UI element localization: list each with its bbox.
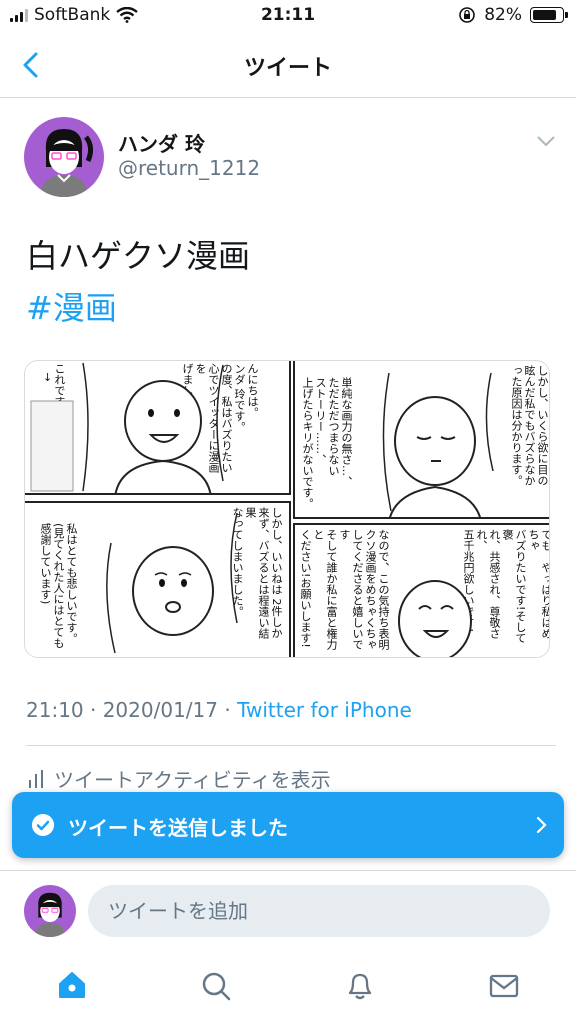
tweet-date: 21:10 · 2020/01/17 · xyxy=(26,698,238,722)
divider xyxy=(26,745,556,746)
toast-message: ツイートを送信しました xyxy=(68,816,288,840)
messages-icon xyxy=(489,974,519,998)
tab-bar xyxy=(0,952,576,1024)
my-avatar[interactable] xyxy=(24,885,76,937)
manga-panel-1: んにちは。ンダ 玲です。の度、私はバズりたい心でツイッターに漫画をげました。 こ… xyxy=(25,361,291,495)
avatar-illustration xyxy=(40,129,94,197)
user-handle[interactable]: @return_1212 xyxy=(118,156,260,180)
tab-notifications[interactable] xyxy=(340,970,380,1010)
bar-chart-icon xyxy=(29,769,43,788)
tab-messages[interactable] xyxy=(484,970,524,1010)
sent-toast[interactable]: ツイートを送信しました xyxy=(12,792,564,858)
hashtag-link[interactable]: #漫画 xyxy=(26,282,250,334)
manga-panel-3: しかし、いいねは 2件しか 来ず、バズるとは程遠い結果 なってしまいました。 私はと… xyxy=(25,501,291,657)
notifications-icon xyxy=(348,973,372,1000)
chevron-down-icon[interactable] xyxy=(536,134,556,148)
tweet-activity-label: ツイートアクティビティを表示 xyxy=(54,768,331,792)
battery-percent: 82% xyxy=(484,5,522,25)
nav-bar: ツイート xyxy=(0,32,576,98)
home-icon xyxy=(59,972,85,998)
tweet-source-link[interactable]: Twitter for iPhone xyxy=(237,698,412,722)
manga-panel-4: でも、やっぱり私はめちゃ バズりたいです!そして褒 れ、共感され、尊敬され、 五千兆円… xyxy=(293,523,549,657)
reply-input[interactable] xyxy=(88,885,550,937)
tab-search[interactable] xyxy=(196,970,236,1010)
tweet-timestamp: 21:10 · 2020/01/17 · Twitter for iPhone xyxy=(26,698,412,722)
manga-panel-2: しかし、いくら欲に目の 眩んだ私でもバズらなか った原因は分かります。 単純な画力の… xyxy=(293,361,549,519)
tweet-body: 白ハゲクソ漫画 xyxy=(26,237,251,275)
status-bar: SoftBank 21:11 82% xyxy=(0,0,576,32)
manga-panel-2-drawing xyxy=(382,372,494,517)
rotation-lock-icon xyxy=(459,7,476,23)
tab-home[interactable] xyxy=(52,970,92,1010)
display-name[interactable]: ハンダ 玲 xyxy=(118,128,205,157)
tweet-image[interactable]: んにちは。ンダ 玲です。の度、私はバズりたい心でツイッターに漫画をげました。 こ… xyxy=(24,360,550,658)
battery-icon xyxy=(530,7,568,23)
tweet-activity-link[interactable]: ツイートアクティビティを表示 xyxy=(28,764,331,793)
page-title: ツイート xyxy=(243,56,332,81)
tweet-text: 白ハゲクソ漫画 #漫画 xyxy=(26,230,250,334)
check-circle-icon xyxy=(32,814,54,836)
manga-panel-3-drawing xyxy=(106,512,238,654)
reply-bar xyxy=(0,870,576,952)
manga-panel-1-drawing xyxy=(30,362,224,493)
search-icon xyxy=(202,972,231,1001)
avatar-illustration xyxy=(34,892,66,937)
chevron-right-icon xyxy=(536,816,547,834)
avatar[interactable] xyxy=(24,117,104,197)
manga-panel-4-drawing xyxy=(398,580,472,657)
